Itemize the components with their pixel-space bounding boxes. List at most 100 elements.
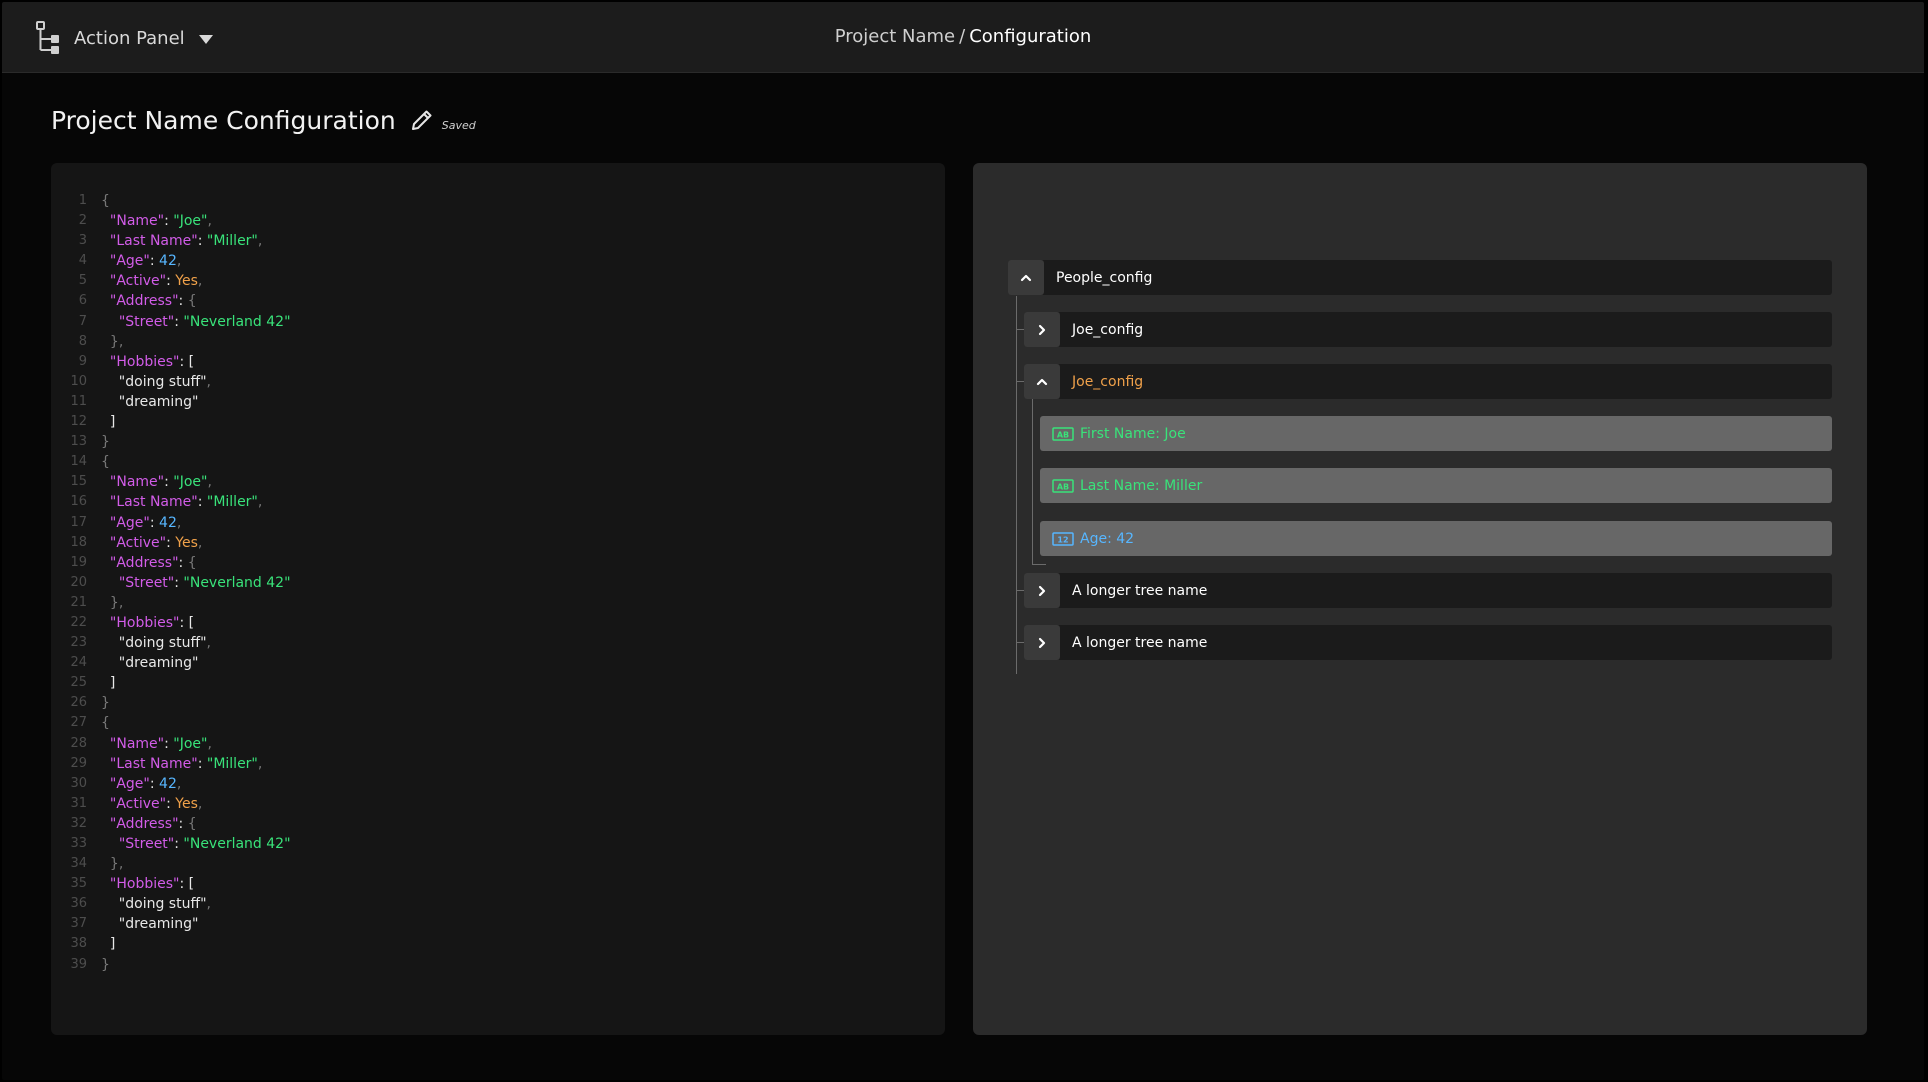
code-line[interactable]: 17 "Age": 42, <box>67 513 291 533</box>
code-line[interactable]: 31 "Active": Yes, <box>67 794 291 814</box>
line-number: 28 <box>70 735 87 751</box>
line-number: 18 <box>70 534 87 550</box>
code-token: : <box>178 293 188 310</box>
code-token: ] <box>101 675 116 692</box>
tree-node-joe-config-expanded[interactable]: Joe_config <box>1024 364 1832 399</box>
line-number: 12 <box>70 414 87 430</box>
code-line[interactable]: 5 "Active": Yes, <box>67 271 291 291</box>
code-token: }, <box>109 594 124 611</box>
code-line[interactable]: 20 "Street": "Neverland 42" <box>67 573 291 593</box>
code-token: "Street" <box>118 574 175 591</box>
code-line[interactable]: 1{ <box>67 191 291 211</box>
code-line[interactable]: 14 { <box>67 452 291 472</box>
code-token: : <box>197 755 207 772</box>
tree-leaf-last-name[interactable]: AB Last Name: Miller <box>1040 468 1832 503</box>
code-line[interactable]: 15 "Name": "Joe", <box>67 472 291 492</box>
code-line[interactable]: 2 "Name": "Joe", <box>67 211 291 231</box>
tree-leaf-first-name[interactable]: AB First Name: Joe <box>1040 416 1832 451</box>
code-token: , <box>207 474 212 491</box>
line-number: 5 <box>78 273 87 289</box>
code-token: "Last Name" <box>109 233 198 250</box>
code-line[interactable]: 16 "Last Name": "Miller", <box>67 492 291 512</box>
code-token: : <box>178 815 188 832</box>
code-line[interactable]: 4 "Age": 42, <box>67 251 291 271</box>
expand-toggle[interactable] <box>1024 573 1060 608</box>
tree-leaf-label: Last Name: Miller <box>1080 477 1203 494</box>
code-line[interactable]: 34 }, <box>67 854 291 874</box>
line-number: 6 <box>78 293 87 309</box>
code-line[interactable]: 9 "Hobbies": [ <box>67 352 291 372</box>
code-token: 42 <box>159 775 177 792</box>
code-line[interactable]: 38 ] <box>67 934 291 954</box>
code-line[interactable]: 8 }, <box>67 332 291 352</box>
code-line[interactable]: 12 ] <box>67 412 291 432</box>
code-line[interactable]: 22 "Hobbies": [ <box>67 613 291 633</box>
top-bar: Action Panel Project Name / Configuration <box>2 2 1924 73</box>
code-token: ] <box>101 936 116 953</box>
code-line[interactable]: 7 "Street": "Neverland 42" <box>67 312 291 332</box>
tree-node-label: People_config <box>1056 269 1153 286</box>
svg-text:12: 12 <box>1057 535 1068 544</box>
code-line[interactable]: 26} <box>67 693 291 713</box>
code-token: { <box>187 815 197 832</box>
code-line[interactable]: 19 "Address": { <box>67 553 291 573</box>
code-line[interactable]: 3 "Last Name": "Miller", <box>67 231 291 251</box>
code-token: : <box>149 514 160 531</box>
tree-leaf-age[interactable]: 12 Age: 42 <box>1040 521 1832 556</box>
code-token: , <box>206 373 211 390</box>
code-token: , <box>206 896 211 913</box>
code-line[interactable]: 35 "Hobbies": [ <box>67 874 291 894</box>
line-number: 29 <box>70 755 87 771</box>
code-line[interactable]: 29 "Last Name": "Miller", <box>67 754 291 774</box>
code-line[interactable]: 30 "Age": 42, <box>67 774 291 794</box>
line-number: 39 <box>70 956 87 972</box>
code-line[interactable]: 21 }, <box>67 593 291 613</box>
code-line[interactable]: 13} <box>67 432 291 452</box>
code-token: "Active" <box>109 534 167 551</box>
breadcrumb-project[interactable]: Project Name <box>835 26 955 47</box>
tree-node-people-config[interactable]: People_config <box>1008 260 1832 295</box>
code-token: "Last Name" <box>109 755 198 772</box>
expand-toggle[interactable] <box>1024 312 1060 347</box>
tree-node-joe-config[interactable]: Joe_config <box>1024 312 1832 347</box>
code-line[interactable]: 37 "dreaming" <box>67 914 291 934</box>
code-token: : <box>149 253 160 270</box>
code-line[interactable]: 25 ] <box>67 673 291 693</box>
code-token: Yes <box>175 534 198 551</box>
collapse-toggle[interactable] <box>1008 260 1044 295</box>
pencil-icon[interactable] <box>410 108 434 132</box>
code-token: : <box>164 735 174 752</box>
json-editor[interactable]: 1{2 "Name": "Joe", 3 "Last Name": "Miller… <box>51 163 945 1035</box>
code-token: "Address" <box>109 815 179 832</box>
code-token: : <box>149 775 160 792</box>
code-line[interactable]: 28 "Name": "Joe", <box>67 734 291 754</box>
code-token: "Neverland 42" <box>183 574 291 591</box>
tree-node-longer-name-1[interactable]: A longer tree name <box>1024 573 1832 608</box>
code-token: : <box>178 554 188 571</box>
code-token: "Age" <box>109 253 150 270</box>
code-line[interactable]: 24 "dreaming" <box>67 653 291 673</box>
line-number: 23 <box>70 635 87 651</box>
expand-toggle[interactable] <box>1024 625 1060 660</box>
code-line[interactable]: 23 "doing stuff", <box>67 633 291 653</box>
code-line[interactable]: 27 { <box>67 713 291 733</box>
code-line[interactable]: 36 "doing stuff", <box>67 894 291 914</box>
code-line[interactable]: 10 "doing stuff", <box>67 372 291 392</box>
code-token: "Name" <box>109 213 165 230</box>
code-line[interactable]: 33 "Street": "Neverland 42" <box>67 834 290 854</box>
code-line[interactable]: 18 "Active": Yes, <box>67 533 291 553</box>
code-line[interactable]: 6 "Address": { <box>67 291 291 311</box>
code-line[interactable]: 32 "Address": { <box>67 814 291 834</box>
code-line[interactable]: 11 "dreaming" <box>67 392 291 412</box>
code-line[interactable]: 39} <box>67 955 291 975</box>
code-token: "dreaming" <box>101 655 199 672</box>
tree-node-longer-name-2[interactable]: A longer tree name <box>1024 625 1832 660</box>
collapse-toggle[interactable] <box>1024 364 1060 399</box>
line-number: 24 <box>70 655 87 671</box>
